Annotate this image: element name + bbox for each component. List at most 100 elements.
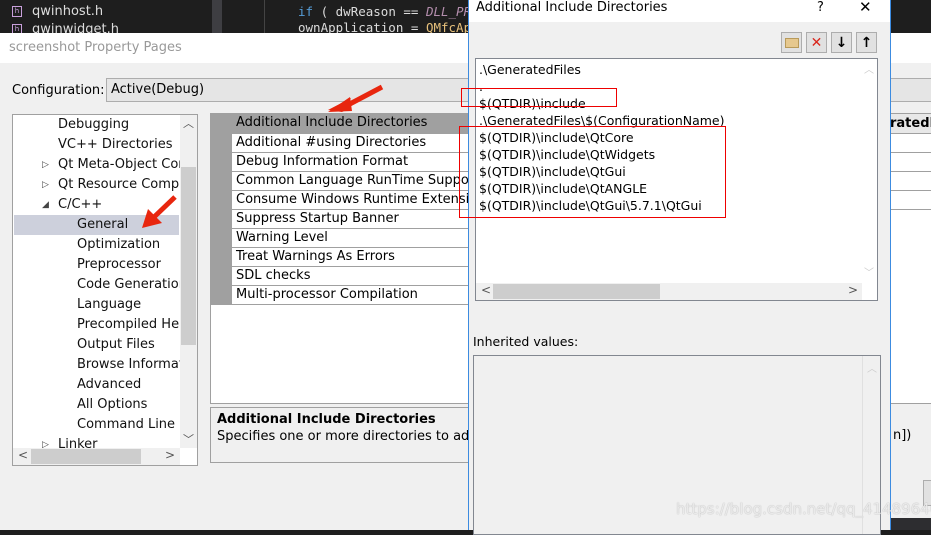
tree-item[interactable]: Browse Informatio (14, 355, 195, 375)
header-file-icon: h (12, 6, 22, 17)
tree-item-label: Qt Meta-Object Com (58, 157, 191, 172)
tree-item[interactable]: VC++ Directories (14, 135, 179, 155)
expanded-icon[interactable]: ◢ (42, 195, 49, 215)
code-text: ( dwReason == (313, 4, 426, 19)
property-row[interactable]: Common Language RunTime Support (232, 172, 479, 191)
property-row[interactable]: Additional #using Directories (232, 134, 479, 153)
scroll-up-icon[interactable]: ︿ (864, 61, 874, 76)
annotation-arrow (328, 84, 384, 112)
watermark: https://blog.csdn.net/qq_41489640 (676, 500, 931, 518)
vertical-scrollbar[interactable]: ︿ ﹀ (180, 115, 197, 448)
grid-gutter (211, 114, 232, 305)
arrow-up-icon: ↑ (860, 34, 873, 51)
scroll-left-icon[interactable]: < (481, 283, 491, 297)
tree-item[interactable]: Advanced (14, 375, 179, 395)
horizontal-scrollbar[interactable]: < > (13, 448, 180, 465)
property-row[interactable]: Treat Warnings As Errors (232, 248, 479, 267)
folder-new-icon (784, 37, 799, 48)
tree-item-label: Browse Informatio (77, 357, 196, 372)
description-tail: n]) (893, 428, 912, 443)
tree-item[interactable]: All Options (14, 395, 179, 415)
settings-tree: Debugging VC++ Directories ▷ Qt Meta-Object… (12, 114, 198, 466)
description-text: Specifies one or more directories to add… (217, 429, 480, 444)
horizontal-scrollbar[interactable]: < > (476, 283, 862, 300)
code-keyword: if (298, 4, 314, 19)
tree-item[interactable]: Debugging (14, 115, 179, 135)
tree-item-label: Optimization (77, 237, 161, 252)
scroll-down-icon[interactable]: ﹀ (183, 431, 194, 447)
tree-item-label: Output Files (77, 337, 155, 352)
configuration-dropdown[interactable]: Active(Debug) (106, 78, 486, 102)
code-line: if ( dwReason == DLL_PRO (298, 4, 479, 19)
collapsed-icon[interactable]: ▷ (42, 155, 49, 175)
tree-item-label: Qt Resource Compile (58, 177, 195, 192)
editor-scrollbar[interactable] (212, 0, 222, 33)
tree-item-label: Preprocessor (77, 257, 161, 272)
move-down-button[interactable]: ↓ (831, 32, 852, 53)
tree-item-label: Precompiled Head (77, 317, 196, 332)
scroll-up-icon[interactable]: ︿ (183, 115, 194, 131)
scroll-left-icon[interactable]: < (18, 448, 28, 462)
tree-item[interactable]: Output Files (14, 335, 179, 355)
tree-item[interactable]: ▷ Qt Resource Compile (14, 175, 194, 195)
property-grid-values: ratedFi (890, 113, 931, 404)
property-row[interactable]: Consume Windows Runtime Extension (232, 191, 479, 210)
close-button[interactable]: ✕ (859, 0, 872, 16)
tree-item[interactable]: Optimization (14, 235, 179, 255)
file-name: qwinhost.h (32, 4, 104, 19)
scrollbar-thumb[interactable] (493, 284, 660, 299)
editor-background (890, 0, 931, 33)
annotation-arrow (142, 195, 177, 228)
tree-item[interactable]: ▷ Qt Meta-Object Com (14, 155, 191, 175)
collapsed-icon[interactable]: ▷ (42, 175, 49, 195)
property-row[interactable]: Suppress Startup Banner (232, 210, 479, 229)
taskbar (890, 518, 931, 530)
tree-item[interactable]: Command Line (14, 415, 179, 435)
tree-item-label: C/C++ (58, 197, 103, 212)
tree-item-label: VC++ Directories (58, 137, 173, 152)
annotation-box (459, 126, 726, 218)
tree-item-label: General (77, 217, 129, 232)
configuration-value: Active(Debug) (111, 82, 205, 97)
property-description: Additional Include Directories Specifies… (210, 407, 480, 463)
tree-item-label: Language (77, 297, 142, 312)
tree-item-label: Debugging (58, 117, 130, 132)
move-up-button[interactable]: ↑ (856, 32, 877, 53)
tree-item[interactable]: Language (14, 295, 179, 315)
grid-value[interactable]: ratedFi (890, 114, 931, 134)
help-button[interactable]: ? (817, 0, 824, 15)
editor-divider (264, 0, 265, 33)
scroll-right-icon[interactable]: > (165, 448, 175, 462)
tree-item-label: Code Generation (77, 277, 187, 292)
delete-x-icon: ✕ (810, 34, 823, 51)
tree-item[interactable]: Precompiled Head (14, 315, 195, 335)
include-directories-dialog: Additional Include Directories ? ✕ ✕ ↓ ↑… (468, 0, 891, 535)
tree-item-label: Command Line (77, 417, 176, 432)
scroll-right-icon[interactable]: > (848, 283, 858, 297)
directory-item[interactable]: .\GeneratedFiles (479, 62, 581, 77)
description-title: Additional Include Directories (217, 412, 436, 427)
property-row[interactable]: Debug Information Format (232, 153, 479, 172)
property-row[interactable]: Multi-processor Compilation (232, 286, 479, 305)
tree-item[interactable]: Preprocessor (14, 255, 179, 275)
property-grid: Additional Include Directories Additional… (210, 113, 480, 404)
configuration-label: Configuration: (12, 83, 105, 98)
property-row[interactable]: SDL checks (232, 267, 479, 286)
dialog-title: Additional Include Directories (476, 0, 668, 15)
vertical-scrollbar[interactable]: ︿ ﹀ (860, 59, 877, 284)
property-row[interactable]: Warning Level (232, 229, 479, 248)
new-line-button[interactable] (781, 32, 802, 53)
inherited-values-label: Inherited values: (473, 334, 579, 349)
scroll-down-icon[interactable]: ﹀ (864, 264, 874, 279)
scrollbar-thumb[interactable] (181, 167, 196, 345)
tree-item-label: Advanced (77, 377, 142, 392)
annotation-box (461, 88, 617, 107)
tree-item[interactable]: Code Generation (14, 275, 187, 295)
scroll-up-icon[interactable]: ︿ (867, 360, 877, 375)
editor-file[interactable]: h qwinhost.h (12, 4, 103, 19)
delete-button[interactable]: ✕ (806, 32, 827, 53)
configuration-dropdown-edge (890, 78, 931, 102)
arrow-down-icon: ↓ (835, 34, 848, 51)
scrollbar-thumb[interactable] (31, 449, 141, 464)
tree-item-label: All Options (77, 397, 148, 412)
